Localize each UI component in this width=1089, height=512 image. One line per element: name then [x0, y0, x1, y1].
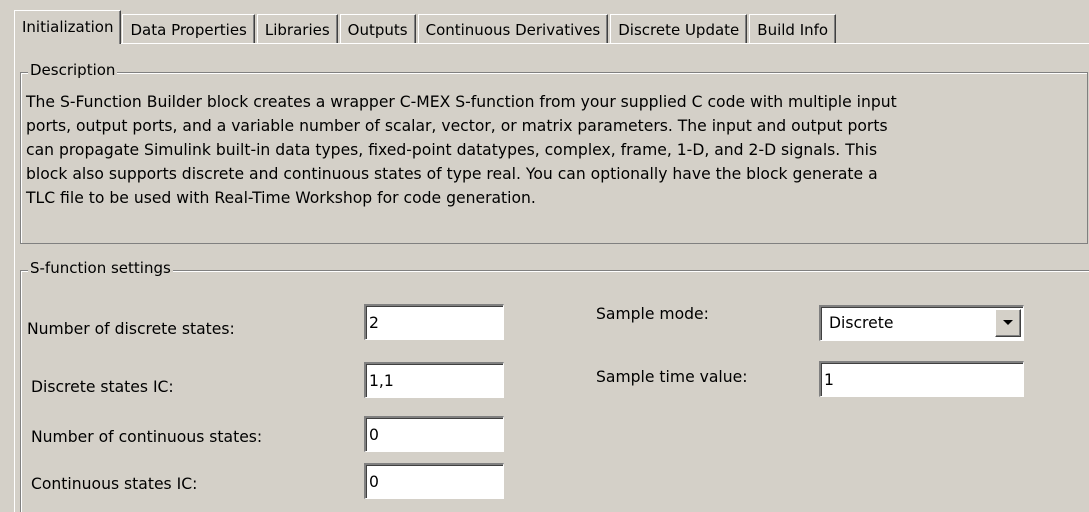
- description-line: The S-Function Builder block creates a w…: [26, 93, 897, 111]
- tab-panel-border: [14, 43, 1089, 44]
- dropdown-arrow-button[interactable]: [995, 309, 1021, 337]
- tab-bar: Initialization Data Properties Libraries…: [14, 8, 838, 44]
- num-continuous-states-input[interactable]: [364, 416, 504, 452]
- sample-mode-label: Sample mode:: [596, 305, 709, 323]
- discrete-states-ic-label: Discrete states IC:: [31, 378, 174, 396]
- num-discrete-states-label: Number of discrete states:: [27, 320, 235, 338]
- sample-mode-dropdown[interactable]: Discrete: [819, 305, 1024, 341]
- tab-data-properties[interactable]: Data Properties: [122, 14, 255, 44]
- tab-libraries[interactable]: Libraries: [256, 14, 338, 44]
- sample-mode-value: Discrete: [829, 314, 894, 332]
- description-line: ports, output ports, and a variable numb…: [26, 117, 888, 135]
- tab-initialization[interactable]: Initialization: [14, 10, 122, 44]
- sample-time-value-input[interactable]: [819, 361, 1024, 397]
- s-function-settings-title: S-function settings: [28, 259, 173, 277]
- tab-build-info[interactable]: Build Info: [749, 14, 837, 44]
- tab-discrete-update[interactable]: Discrete Update: [610, 14, 748, 44]
- description-group-title: Description: [28, 61, 118, 79]
- description-line: TLC file to be used with Real-Time Works…: [26, 189, 536, 207]
- tab-panel-left-border: [14, 43, 15, 512]
- continuous-states-ic-label: Continuous states IC:: [31, 475, 198, 493]
- num-discrete-states-input[interactable]: [364, 304, 504, 340]
- num-continuous-states-label: Number of continuous states:: [31, 428, 263, 446]
- sample-time-value-label: Sample time value:: [596, 368, 748, 386]
- chevron-down-icon: [1003, 320, 1013, 325]
- discrete-states-ic-input[interactable]: [364, 362, 504, 398]
- tab-outputs[interactable]: Outputs: [339, 14, 416, 44]
- continuous-states-ic-input[interactable]: [364, 463, 504, 499]
- tab-continuous-derivatives[interactable]: Continuous Derivatives: [417, 14, 609, 44]
- s-function-builder-dialog: Initialization Data Properties Libraries…: [0, 0, 1089, 512]
- description-text: The S-Function Builder block creates a w…: [26, 90, 1086, 210]
- description-line: block also supports discrete and continu…: [26, 165, 878, 183]
- description-line: can propagate Simulink built-in data typ…: [26, 141, 878, 159]
